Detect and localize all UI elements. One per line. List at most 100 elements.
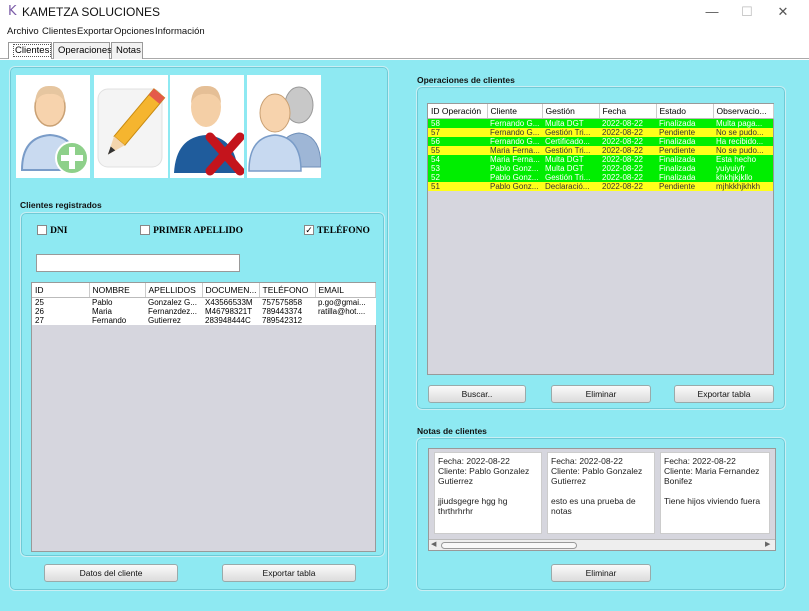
col-header-id[interactable]: ID	[32, 283, 90, 298]
filter-telefono-label: TELÉFONO	[317, 226, 370, 236]
cell: 53	[431, 163, 440, 173]
scroll-left-icon[interactable]: ◀	[431, 540, 436, 548]
note-card[interactable]: Fecha: 2022-08-22 Cliente: Pablo Gonzale…	[434, 452, 542, 534]
table-row[interactable]: 54 Maria Ferna... Multa DGT 2022-08-22 Final…	[428, 154, 773, 164]
scroll-right-icon[interactable]: ▶	[765, 540, 770, 548]
table-row[interactable]: 57 Fernando G... Gestión Tri... 2022-08-22 P…	[428, 127, 773, 137]
col-header-documento[interactable]: DOCUMEN...	[202, 283, 260, 298]
primer-apellido-checkbox[interactable]	[140, 225, 150, 236]
exportar-clientes-button[interactable]: Exportar tabla	[222, 564, 356, 582]
clientes-table[interactable]: ID NOMBRE APELLIDOS DOCUMEN... TELÉFONO …	[31, 282, 376, 552]
cell: Fernando	[92, 315, 127, 325]
tab-operaciones[interactable]: Operaciones	[53, 42, 112, 59]
cell: 54	[431, 154, 440, 164]
buscar-button[interactable]: Buscar..	[428, 385, 526, 403]
table-row[interactable]: 56 Fernando G... Certificado... 2022-08-22 F…	[428, 136, 773, 146]
col-header-id-operacion[interactable]: ID Operación	[428, 104, 488, 119]
search-input[interactable]	[36, 254, 240, 272]
tab-clientes[interactable]: Clientes	[8, 42, 52, 59]
table-row[interactable]: 25 Pablo Gonzalez G... X43566533M 757575858 p…	[32, 297, 375, 307]
dni-checkbox[interactable]	[37, 225, 47, 236]
note-fecha: Fecha: 2022-08-22	[438, 456, 510, 466]
cell: Pablo Gonz...	[490, 163, 539, 173]
filter-dni[interactable]: DNI	[37, 224, 67, 236]
filter-primer-apellido[interactable]: PRIMER APELLIDO	[140, 224, 243, 236]
note-fecha: Fecha: 2022-08-22	[664, 456, 736, 466]
cell: Multa DGT	[545, 163, 584, 173]
cell: 2022-08-22	[602, 172, 643, 182]
menu-archivo[interactable]: Archivo	[7, 26, 39, 37]
table-row[interactable]: 51 Pablo Gonz... Declaració... 2022-08-22 Pe…	[428, 181, 773, 191]
cell: 283948444C	[205, 315, 251, 325]
cell: 2022-08-22	[602, 154, 643, 164]
cell: 55	[431, 145, 440, 155]
cell: Declaració...	[545, 181, 590, 191]
col-header-nombre[interactable]: NOMBRE	[89, 283, 146, 298]
note-card[interactable]: Fecha: 2022-08-22 Cliente: Maria Fernand…	[660, 452, 770, 534]
note-texto: esto es una prueba de notas	[551, 496, 636, 516]
tab-notas[interactable]: Notas	[111, 42, 143, 59]
scrollbar-thumb[interactable]	[441, 542, 577, 549]
col-header-apellidos[interactable]: APELLIDOS	[145, 283, 203, 298]
menu-opciones[interactable]: Opciones	[114, 26, 154, 37]
cell: 2022-08-22	[602, 163, 643, 173]
delete-client-icon[interactable]	[170, 75, 245, 178]
table-row[interactable]: 26 Maria Fernanzdez... M46798321T 789443374 r…	[32, 307, 375, 316]
minimize-button[interactable]: —	[697, 2, 727, 22]
menu-clientes[interactable]: Clientes	[42, 26, 76, 37]
col-header-cliente[interactable]: Cliente	[487, 104, 543, 119]
table-row[interactable]: 55 Maria Ferna... Gestión Tri... 2022-08-22…	[428, 145, 773, 155]
col-header-telefono[interactable]: TELÉFONO	[259, 283, 316, 298]
col-header-observaciones[interactable]: Observacio...	[713, 104, 774, 119]
cell: Maria Ferna...	[490, 154, 540, 164]
note-texto: Tiene hijos viviendo fuera	[664, 496, 761, 506]
app-logo-icon: K	[8, 4, 17, 19]
table-row[interactable]: 52 Pablo Gonz... Gestión Tri... 2022-08-22 F…	[428, 172, 773, 182]
cell: Multa paga...	[716, 118, 763, 128]
cell: 2022-08-22	[602, 145, 643, 155]
close-button[interactable]: ✕	[768, 2, 798, 22]
cell: 57	[431, 127, 440, 137]
col-header-gestion[interactable]: Gestión	[542, 104, 600, 119]
table-row[interactable]: 53 Pablo Gonz... Multa DGT 2022-08-22 Finali…	[428, 163, 773, 173]
col-header-estado[interactable]: Estado	[656, 104, 714, 119]
add-client-icon[interactable]	[16, 75, 90, 178]
eliminar-operacion-button[interactable]: Eliminar	[551, 385, 651, 403]
notas-list: Fecha: 2022-08-22 Cliente: Pablo Gonzale…	[428, 448, 776, 551]
eliminar-nota-button[interactable]: Eliminar	[551, 564, 651, 582]
col-header-fecha[interactable]: Fecha	[599, 104, 657, 119]
cell: 2022-08-22	[602, 181, 643, 191]
cell: 27	[35, 315, 44, 325]
exportar-operaciones-button[interactable]: Exportar tabla	[674, 385, 774, 403]
cell: Pendiente	[659, 127, 696, 137]
cell: Gestión Tri...	[545, 145, 591, 155]
filter-primer-apellido-label: PRIMER APELLIDO	[153, 226, 244, 236]
note-cliente: Cliente: Pablo Gonzalez Gutierrez	[438, 466, 530, 486]
filter-telefono[interactable]: ✓ TELÉFONO	[304, 224, 370, 236]
menu-informacion[interactable]: Información	[155, 26, 205, 37]
title-bar: K KAMETZA SOLUCIONES — ☐ ✕	[0, 0, 809, 25]
cell: Finalizada	[659, 163, 696, 173]
operaciones-title: Operaciones de clientes	[417, 75, 515, 85]
operaciones-table[interactable]: ID Operación Cliente Gestión Fecha Estad…	[427, 103, 774, 375]
cell: Maria Ferna...	[490, 145, 540, 155]
table-row[interactable]: 27 Fernando Gutierrez 283948444C 789542312	[32, 316, 375, 325]
cell: 757575858	[262, 297, 303, 307]
cell: khkhjkjkllo	[716, 172, 753, 182]
note-card[interactable]: Fecha: 2022-08-22 Cliente: Pablo Gonzale…	[547, 452, 655, 534]
group-clients-icon[interactable]	[247, 75, 322, 178]
telefono-checkbox[interactable]: ✓	[304, 225, 314, 236]
cell: Multa DGT	[545, 154, 584, 164]
note-cliente: Cliente: Pablo Gonzalez Gutierrez	[551, 466, 643, 486]
maximize-button[interactable]: ☐	[732, 2, 762, 22]
cell: yuiyuiyfr	[716, 163, 746, 173]
table-row[interactable]: 58 Fernando G... Multa DGT 2022-08-22 Finali…	[428, 118, 773, 128]
edit-client-icon[interactable]	[94, 75, 168, 178]
tab-clientes-label: Clientes	[13, 44, 52, 57]
col-header-email[interactable]: EMAIL	[315, 283, 376, 298]
datos-cliente-button[interactable]: Datos del cliente	[44, 564, 178, 582]
menu-exportar[interactable]: Exportar	[77, 26, 113, 37]
notas-title: Notas de clientes	[417, 426, 487, 436]
cell: Gutierrez	[148, 315, 181, 325]
horizontal-scrollbar[interactable]: ◀ ▶	[429, 539, 775, 550]
